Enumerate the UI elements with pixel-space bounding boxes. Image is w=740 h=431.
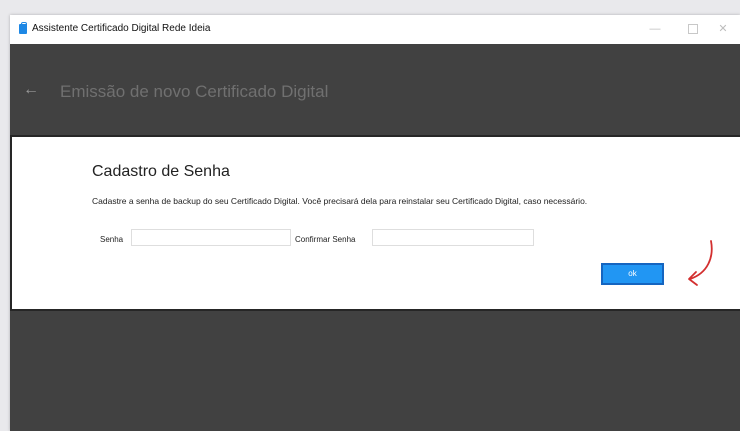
- window-title: Assistente Certificado Digital Rede Idei…: [32, 23, 211, 34]
- ok-button[interactable]: ok: [601, 263, 664, 285]
- close-icon[interactable]: ✕: [710, 20, 736, 38]
- page-header: ← Emissão de novo Certificado Digital: [10, 44, 740, 135]
- confirm-password-input[interactable]: [372, 229, 534, 246]
- dialog-description: Cadastre a senha de backup do seu Certif…: [92, 196, 588, 206]
- maximize-icon[interactable]: [680, 20, 706, 38]
- app-window: Assistente Certificado Digital Rede Idei…: [10, 15, 740, 431]
- password-label: Senha: [100, 235, 124, 244]
- password-input[interactable]: [131, 229, 291, 246]
- red-arrow-icon: [688, 240, 713, 286]
- title-bar: Assistente Certificado Digital Rede Idei…: [10, 15, 740, 44]
- confirm-password-label: Confirmar Senha: [295, 235, 356, 244]
- app-icon: [19, 22, 27, 34]
- back-arrow-icon[interactable]: ←: [23, 82, 39, 98]
- page-title: Emissão de novo Certificado Digital: [60, 82, 329, 101]
- password-dialog: Cadastro de Senha Cadastre a senha de ba…: [10, 135, 740, 311]
- minimize-icon[interactable]: —: [642, 20, 668, 38]
- dialog-title: Cadastro de Senha: [92, 163, 230, 180]
